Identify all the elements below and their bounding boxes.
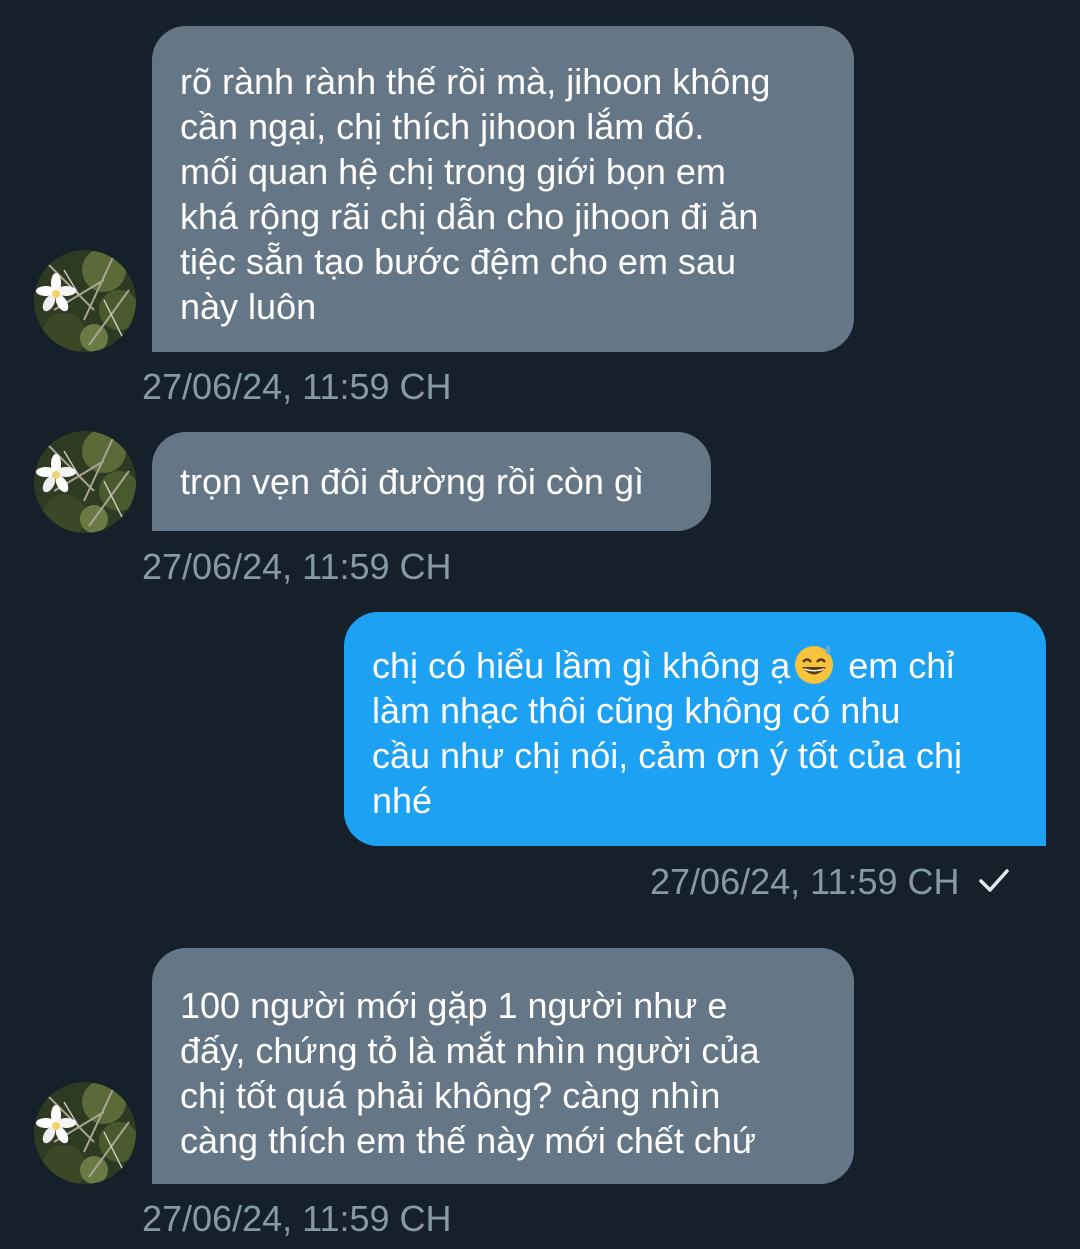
message-timestamp: 27/06/24, 11:59 CH <box>142 546 452 587</box>
incoming-message-bubble[interactable]: rõ rành rành thế rồi mà, jihoon không cầ… <box>152 26 854 352</box>
incoming-message-bubble[interactable]: trọn vẹn đôi đường rồi còn gì <box>152 432 711 531</box>
outgoing-message-bubble[interactable]: chị có hiểu lầm gì không ạ em chỉ làm nh… <box>344 612 1046 846</box>
flower-avatar-icon <box>34 1082 136 1184</box>
avatar[interactable] <box>34 1082 136 1184</box>
message-text: chị có hiểu lầm gì không ạ <box>372 645 791 686</box>
avatar[interactable] <box>34 431 136 533</box>
timestamp-text: 27/06/24, 11:59 CH <box>650 861 960 902</box>
check-icon <box>978 869 1009 892</box>
message-timestamp: 27/06/24, 11:59 CH <box>650 862 1010 902</box>
chat-thread: rõ rành rành thế rồi mà, jihoon không cầ… <box>0 0 1080 1249</box>
flower-avatar-icon <box>34 250 136 352</box>
flower-avatar-icon <box>34 431 136 533</box>
incoming-message-bubble[interactable]: 100 người mới gặp 1 người như e đấy, chứ… <box>152 948 854 1184</box>
avatar[interactable] <box>34 250 136 352</box>
message-timestamp: 27/06/24, 11:59 CH <box>142 1198 452 1239</box>
message-timestamp: 27/06/24, 11:59 CH <box>142 366 452 407</box>
grinning-face-with-sweat-emoji <box>795 644 834 684</box>
